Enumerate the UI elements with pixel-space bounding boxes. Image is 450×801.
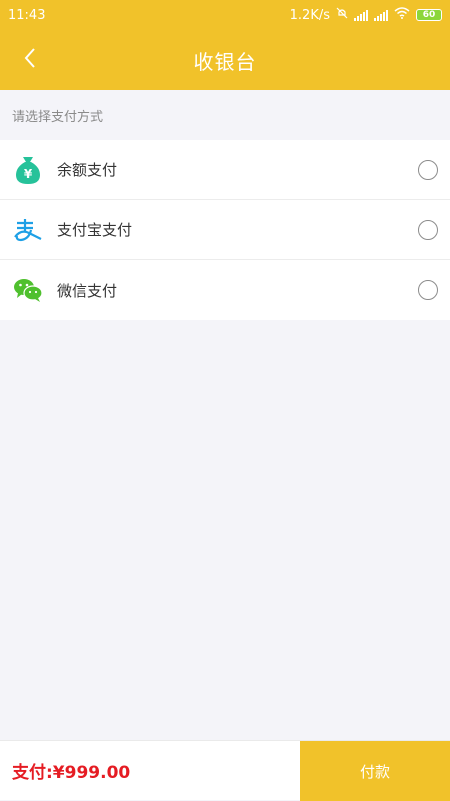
- payment-option-label: 支付宝支付: [57, 221, 133, 239]
- radio-button[interactable]: [418, 220, 438, 240]
- checkout-footer: 支付:¥999.00 付款: [0, 740, 450, 801]
- signal-icon: [374, 9, 388, 21]
- mute-icon: [336, 7, 348, 23]
- payment-total: 支付:¥999.00: [12, 763, 131, 783]
- money-bag-icon: ¥: [13, 155, 43, 185]
- app-header: 收银台: [0, 30, 450, 90]
- network-speed: 1.2K/s: [289, 7, 330, 23]
- page-title: 收银台: [193, 49, 257, 74]
- svg-text:¥: ¥: [24, 167, 33, 181]
- payment-method-prompt: 请选择支付方式: [12, 109, 104, 125]
- status-time: 11:43: [8, 7, 46, 23]
- status-indicators: 1.2K/s 60: [290, 7, 442, 23]
- payment-option-alipay[interactable]: 支付宝支付: [0, 200, 450, 260]
- signal-icon: [354, 9, 368, 21]
- payment-option-label: 余额支付: [57, 161, 118, 179]
- alipay-icon: [13, 215, 43, 245]
- payment-option-balance[interactable]: ¥ 余额支付: [0, 140, 450, 200]
- wechat-icon: [13, 275, 43, 305]
- payment-option-wechat[interactable]: 微信支付: [0, 260, 450, 320]
- status-bar: 11:43 1.2K/s 60: [0, 0, 450, 30]
- battery-icon: 60: [416, 9, 442, 21]
- payment-method-list: ¥ 余额支付 支付宝支付 微信支付: [0, 140, 450, 320]
- wifi-icon: [394, 7, 410, 23]
- payment-option-label: 微信支付: [57, 281, 118, 300]
- back-button[interactable]: [12, 42, 48, 78]
- radio-button[interactable]: [418, 160, 438, 180]
- pay-button[interactable]: 付款: [300, 741, 450, 801]
- radio-button[interactable]: [418, 280, 438, 300]
- chevron-left-icon: [23, 47, 37, 73]
